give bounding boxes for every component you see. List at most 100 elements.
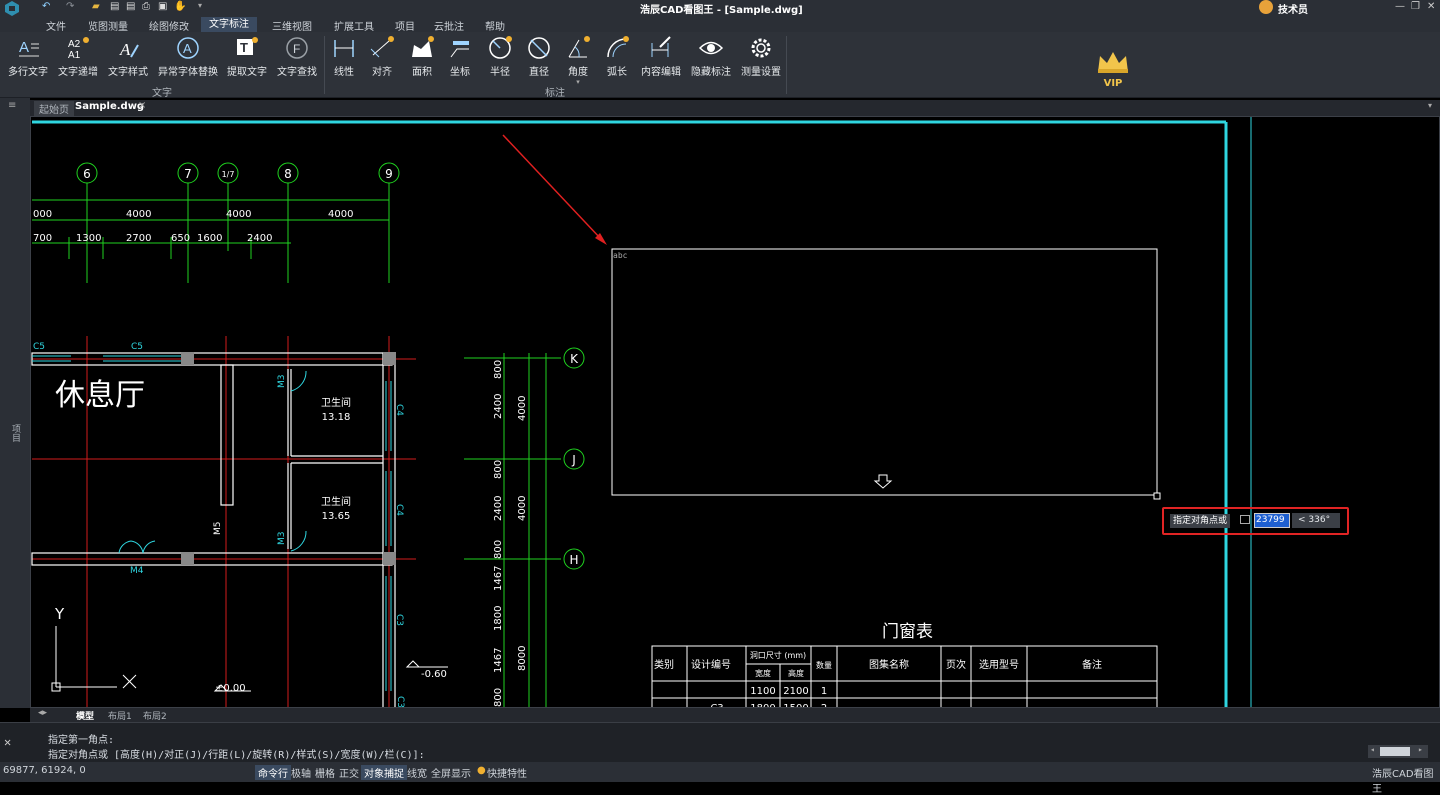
room-area: 13.18	[322, 412, 351, 423]
find-text-button[interactable]: F 文字查找	[276, 35, 318, 78]
text-group-label: 文字	[152, 88, 172, 99]
table-header: 宽度	[755, 668, 771, 678]
linear-dim-button[interactable]: 线性	[330, 35, 358, 78]
tab-layout2[interactable]: 布局2	[143, 709, 167, 722]
toggle-ortho[interactable]: 正交	[339, 765, 359, 780]
text-increment-label: 文字递增	[58, 67, 98, 78]
quick-properties-icon[interactable]: ●	[477, 765, 486, 776]
toggle-osnap[interactable]: 对象捕捉	[361, 765, 407, 780]
aligned-dim-label: 对齐	[372, 67, 392, 78]
document-tabs: 起始页 Sample.dwg × ▾	[30, 100, 1440, 116]
file-icon[interactable]: ▤	[110, 1, 119, 12]
content-edit-button[interactable]: 内容编辑	[640, 35, 682, 78]
linear-dim-icon	[334, 40, 354, 57]
print-icon[interactable]: ⎙	[142, 1, 150, 12]
tab-sample-dwg[interactable]: Sample.dwg	[75, 101, 144, 112]
user-name[interactable]: 技术员	[1278, 1, 1308, 16]
user-avatar-icon[interactable]	[1259, 0, 1273, 14]
distance-input[interactable]: 23799	[1254, 513, 1290, 528]
dim-text: 800	[493, 360, 504, 379]
toggle-lineweight[interactable]: 线宽	[407, 765, 427, 780]
angle-dropdown-icon[interactable]: ▾	[564, 78, 592, 86]
menu-file[interactable]: 文件	[46, 18, 66, 33]
undo-icon[interactable]: ↶	[42, 1, 50, 12]
tabs-dropdown-icon[interactable]: ▾	[1428, 101, 1432, 110]
dim-text: 8000	[517, 646, 528, 671]
ordinate-dim-button[interactable]: 坐标	[446, 35, 474, 78]
text-increment-button[interactable]: A2 A1 文字递增	[57, 35, 99, 78]
toggle-fullscreen[interactable]: 全屏显示	[431, 765, 471, 780]
text-style-button[interactable]: A 文字样式	[107, 35, 149, 78]
extract-text-button[interactable]: T 提取文字	[226, 35, 268, 78]
scroll-left-icon[interactable]: ◂	[1370, 745, 1375, 754]
svg-text:A: A	[183, 41, 192, 56]
ordinate-dim-icon	[450, 41, 469, 58]
text-increment-icon: A2A1	[68, 37, 89, 61]
axis-label: 6	[83, 167, 91, 181]
dim-text: 4000	[226, 209, 251, 220]
quick-access-dropdown-icon[interactable]: ▾	[198, 1, 202, 10]
export-icon[interactable]: ▣	[158, 1, 167, 12]
radius-dim-button[interactable]: 半径	[486, 35, 514, 78]
tag-window: C4	[394, 404, 404, 416]
angle-readout[interactable]: < 336°	[1292, 513, 1340, 528]
table-header: 选用型号	[979, 658, 1019, 671]
keyboard-icon[interactable]	[1240, 515, 1250, 524]
angle-dim-button[interactable]: 角度 ▾	[564, 35, 592, 86]
menu-3d-view[interactable]: 三维视图	[272, 18, 312, 33]
toggle-command-line[interactable]: 命令行	[255, 765, 291, 780]
arc-length-button[interactable]: 弧长	[603, 35, 631, 78]
axis-label: 7	[184, 167, 192, 181]
panel-menu-icon[interactable]: ≡	[8, 100, 16, 111]
command-line[interactable]: ✕ 指定第一角点: 指定对角点或 [高度(H)/对正(J)/行距(L)/旋转(R…	[0, 722, 1440, 762]
dimension-lines-right	[464, 353, 561, 707]
cad-drawing[interactable]: 6 7 1/7 8 9 000 4000 4000 4000 700 1300 …	[31, 117, 1440, 708]
close-window-button[interactable]: ✕	[1427, 1, 1435, 12]
menu-cloud-markup[interactable]: 云批注	[434, 18, 464, 33]
menu-view-measure[interactable]: 览图测量	[88, 18, 128, 33]
diameter-dim-button[interactable]: 直径	[525, 35, 553, 78]
redo-icon[interactable]: ↷	[66, 1, 74, 12]
table-cell: 1	[821, 686, 827, 697]
file-pdf-icon[interactable]: ▤	[126, 1, 135, 12]
find-text-label: 文字查找	[277, 67, 317, 78]
tab-model[interactable]: 模型	[76, 709, 94, 722]
close-command-icon[interactable]: ✕	[4, 735, 11, 749]
table-cell: 2100	[783, 686, 808, 697]
grip-handle[interactable]	[1153, 492, 1161, 500]
layout-nav-icon[interactable]: ◂▸	[38, 708, 47, 718]
scroll-thumb[interactable]	[1380, 747, 1410, 756]
scroll-right-icon[interactable]: ▸	[1418, 745, 1423, 754]
toggle-quick-properties[interactable]: 快捷特性	[487, 765, 527, 780]
hide-dim-button[interactable]: 隐藏标注	[690, 35, 732, 78]
radius-dim-label: 半径	[490, 67, 510, 78]
vip-badge[interactable]: VIP	[1094, 50, 1132, 90]
menu-draw-modify[interactable]: 绘图修改	[149, 18, 189, 33]
measure-settings-button[interactable]: 测量设置	[740, 35, 782, 78]
toggle-grid[interactable]: 栅格	[315, 765, 335, 780]
tab-layout1[interactable]: 布局1	[108, 709, 132, 722]
menu-help[interactable]: 帮助	[485, 18, 505, 33]
project-panel-tab[interactable]: 项目	[9, 424, 22, 442]
axis-label: 1/7	[222, 170, 235, 179]
tab-close-icon[interactable]: ×	[138, 100, 146, 111]
menu-extensions[interactable]: 扩展工具	[334, 18, 374, 33]
toggle-polar[interactable]: 极轴	[291, 765, 311, 780]
aligned-dim-button[interactable]: 对齐	[368, 35, 396, 78]
menu-text-annotate[interactable]: 文字标注	[201, 17, 257, 32]
app-logo-icon[interactable]	[4, 1, 20, 16]
menu-project[interactable]: 项目	[395, 18, 415, 33]
pan-hand-icon[interactable]: ✋	[174, 1, 186, 12]
font-replace-button[interactable]: A 异常字体替换	[157, 35, 219, 78]
drawing-canvas[interactable]: 6 7 1/7 8 9 000 4000 4000 4000 700 1300 …	[30, 116, 1440, 708]
open-icon[interactable]: ▰	[92, 1, 100, 12]
tab-home[interactable]: 起始页	[34, 101, 74, 116]
find-text-icon: F	[286, 37, 308, 59]
command-scrollbar[interactable]: ◂ ▸	[1368, 745, 1428, 758]
restore-button[interactable]: ❐	[1411, 1, 1420, 12]
minimize-button[interactable]: —	[1395, 1, 1405, 12]
area-button[interactable]: 面积	[408, 35, 436, 78]
left-panel: ≡ 项目	[0, 98, 30, 708]
mtext-button[interactable]: A 多行文字	[7, 35, 49, 78]
mtext-label: 多行文字	[8, 67, 48, 78]
